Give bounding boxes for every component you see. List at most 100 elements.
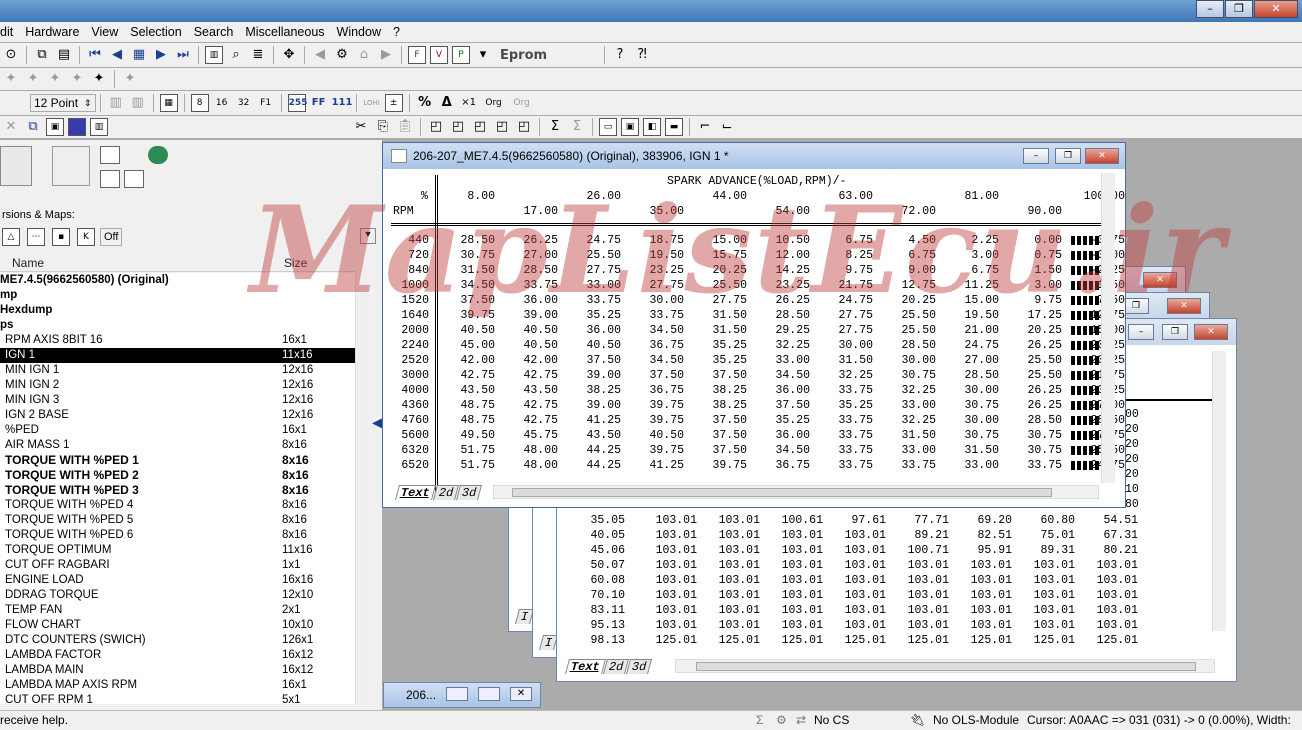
map-window-ign1[interactable]: 206-207_ME7.4.5(9662560580) (Original), …	[382, 142, 1126, 508]
value-cell[interactable]: 39.00	[504, 308, 558, 323]
value-cell[interactable]: 3.00	[945, 248, 999, 263]
value-cell[interactable]: 33.75	[819, 443, 873, 458]
list-item[interactable]: ENGINE LOAD 16x16	[0, 573, 355, 588]
value-cell[interactable]: 32.25	[819, 368, 873, 383]
value-cell[interactable]: 34.50	[756, 443, 810, 458]
back-value-cell[interactable]: 103.01	[958, 558, 1012, 573]
back-window-vscroll[interactable]	[1212, 351, 1226, 631]
back-value-cell[interactable]: 103.01	[706, 543, 760, 558]
back-value-cell[interactable]: 103.01	[1021, 618, 1075, 633]
back-value-cell[interactable]: 125.01	[895, 633, 949, 648]
map-window-close[interactable]: ✕	[1085, 148, 1119, 164]
back-value-cell[interactable]: 69.20	[958, 513, 1012, 528]
value-cell[interactable]: 43.50	[567, 428, 621, 443]
back-value-cell[interactable]: 103.01	[832, 543, 886, 558]
back-value-cell[interactable]: 100.61	[769, 513, 823, 528]
value-cell[interactable]: 33.75	[819, 413, 873, 428]
value-cell[interactable]: 25.50	[693, 278, 747, 293]
value-cell[interactable]: 26.25	[756, 293, 810, 308]
rpm-cell[interactable]: 440	[375, 233, 429, 248]
insert-1-icon[interactable]: ◰	[427, 118, 445, 136]
list-item[interactable]: LAMBDA MAIN 16x12	[0, 663, 355, 678]
value-cell[interactable]: 35.25	[693, 353, 747, 368]
back-value-cell[interactable]: 103.01	[1084, 618, 1138, 633]
back-value-cell[interactable]: 103.01	[706, 513, 760, 528]
value-cell[interactable]: 39.75	[630, 398, 684, 413]
copy-window-icon[interactable]: ⧉	[33, 46, 51, 64]
back-value-cell[interactable]: 103.01	[643, 618, 697, 633]
value-cell[interactable]: 27.75	[693, 293, 747, 308]
back-value-cell[interactable]: 75.01	[1021, 528, 1075, 543]
map-list-scrollbar[interactable]	[355, 272, 369, 704]
value-cell[interactable]: 33.75	[630, 308, 684, 323]
value-cell[interactable]: 30.00	[945, 413, 999, 428]
back-value-cell[interactable]: 77.71	[895, 513, 949, 528]
back-value-cell[interactable]: 80.21	[1084, 543, 1138, 558]
value-cell[interactable]: 27.00	[945, 353, 999, 368]
value-cell[interactable]: 33.00	[945, 458, 999, 473]
factor-icon[interactable]: ×1	[460, 94, 478, 112]
value-cell[interactable]: 48.00	[504, 458, 558, 473]
value-cell[interactable]: 39.75	[693, 458, 747, 473]
value-cell[interactable]: 30.75	[882, 368, 936, 383]
list-item[interactable]: FLOW CHART 10x10	[0, 618, 355, 633]
insert-2-icon[interactable]: ◰	[449, 118, 467, 136]
back-value-cell[interactable]: 60.80	[1021, 513, 1075, 528]
value-cell[interactable]: 36.75	[630, 338, 684, 353]
menu-search[interactable]: Search	[194, 25, 240, 39]
menu-view[interactable]: View	[91, 25, 124, 39]
back-value-cell[interactable]: 103.01	[643, 528, 697, 543]
list-item[interactable]: DTC COUNTERS (SWICH) 126x1	[0, 633, 355, 648]
value-cell[interactable]: 42.75	[504, 398, 558, 413]
copy-icon[interactable]: ⎘	[374, 118, 392, 136]
tab-text[interactable]: Text	[394, 485, 436, 500]
insert-5-icon[interactable]: ◰	[515, 118, 533, 136]
value-cell[interactable]: 14.25	[756, 263, 810, 278]
grid-view-icon[interactable]: ▦	[159, 94, 178, 112]
value-cell[interactable]: 34.50	[630, 353, 684, 368]
value-cell[interactable]: 27.75	[567, 263, 621, 278]
list-item[interactable]: ps	[0, 318, 355, 333]
back-value-cell[interactable]: 82.51	[958, 528, 1012, 543]
find-map-icon[interactable]: ⌕	[227, 46, 245, 64]
back-value-cell[interactable]: 103.01	[769, 543, 823, 558]
map-window-restore[interactable]: ❐	[1055, 148, 1081, 164]
back-value-cell[interactable]: 103.01	[832, 573, 886, 588]
font-size-select[interactable]: 12 Point ⇕	[30, 94, 96, 112]
value-cell[interactable]: 39.75	[441, 308, 495, 323]
back-value-cell[interactable]: 67.31	[1084, 528, 1138, 543]
back-value-cell[interactable]: 103.01	[958, 588, 1012, 603]
value-cell[interactable]: 3.00	[1008, 278, 1062, 293]
restore-button[interactable]: ❐	[1225, 0, 1253, 18]
list-item[interactable]: RPM AXIS 8BIT 16 16x1	[0, 333, 355, 348]
value-cell[interactable]: 31.50	[441, 263, 495, 278]
network-icon[interactable]: ⚙	[333, 46, 351, 64]
hex-ff-button[interactable]: FF	[310, 94, 328, 112]
next-icon[interactable]: ▶	[152, 46, 170, 64]
back-window-2-close[interactable]: ✕	[1167, 298, 1201, 314]
value-cell[interactable]: 9.75	[819, 263, 873, 278]
value-cell[interactable]: 40.50	[504, 338, 558, 353]
menu-selection[interactable]: Selection	[130, 25, 187, 39]
layout-1-icon[interactable]: ▭	[599, 118, 617, 136]
list-item[interactable]: IGN 2 BASE 12x16	[0, 408, 355, 423]
back-value-cell[interactable]: 125.01	[769, 633, 823, 648]
value-cell[interactable]: 28.50	[945, 368, 999, 383]
value-cell[interactable]: 38.25	[693, 383, 747, 398]
value-cell[interactable]: 36.00	[756, 383, 810, 398]
rpm-cell[interactable]: 3000	[375, 368, 429, 383]
back-value-cell[interactable]: 125.01	[958, 633, 1012, 648]
rpm-cell[interactable]: 2520	[375, 353, 429, 368]
back-axis-cell[interactable]: 98.13	[571, 633, 625, 648]
value-cell[interactable]: 43.50	[504, 383, 558, 398]
list-item[interactable]: ME7.4.5(9662560580) (Original)	[0, 273, 355, 288]
value-cell[interactable]: 37.50	[693, 413, 747, 428]
list-item[interactable]: TORQUE WITH %PED 2 8x16	[0, 468, 355, 483]
value-cell[interactable]: 34.50	[630, 323, 684, 338]
rpm-cell[interactable]: 1520	[375, 293, 429, 308]
value-cell[interactable]: 39.75	[630, 443, 684, 458]
value-cell[interactable]: 30.75	[1008, 428, 1062, 443]
filter-1-icon[interactable]: △	[2, 228, 20, 246]
list-item[interactable]: AIR MASS 1 8x16	[0, 438, 355, 453]
value-cell[interactable]: 2.25	[945, 233, 999, 248]
